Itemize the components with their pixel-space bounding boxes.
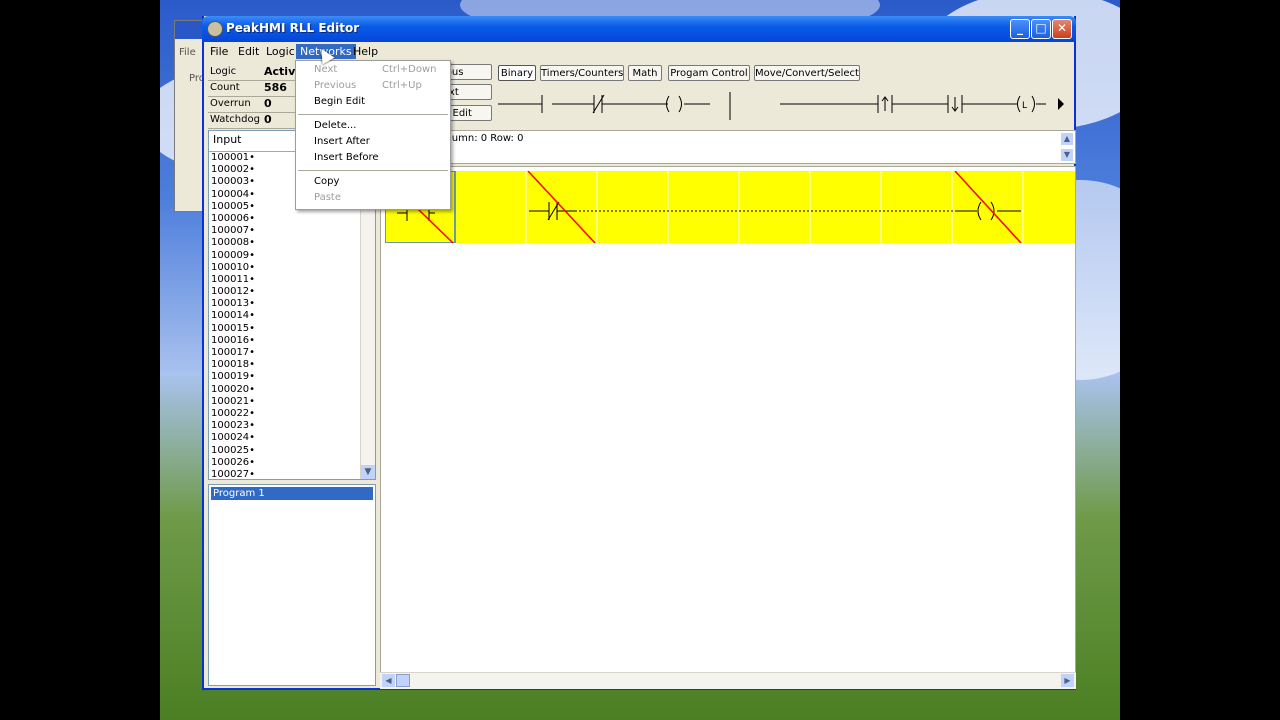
coil-symbol[interactable] — [666, 95, 711, 113]
io-list-item[interactable]: 100022• — [209, 408, 375, 420]
tab-timers-counters[interactable]: Timers/Counters — [540, 65, 624, 81]
maximize-button[interactable]: □ — [1031, 19, 1051, 39]
status-watchdog-label: Watchdog — [210, 114, 260, 125]
scroll-left-icon[interactable]: ◀ — [382, 674, 395, 687]
svg-text:L: L — [1022, 101, 1027, 111]
app-icon — [207, 21, 223, 37]
no-contact-symbol[interactable] — [498, 95, 543, 113]
status-logic-label: Logic — [210, 66, 237, 77]
io-list-item[interactable]: 100008• — [209, 237, 375, 249]
menu-item-copy[interactable]: Copy — [314, 176, 339, 187]
menu-item-next-shortcut: Ctrl+Down — [382, 64, 437, 75]
status-count: Count 586 — [208, 80, 298, 97]
io-list-item[interactable]: 100015• — [209, 323, 375, 335]
cursor-coordinates: lumn: 0 Row: 0 — [449, 133, 524, 144]
io-list-item[interactable]: 100018• — [209, 359, 375, 371]
status-overrun-value: 0 — [264, 97, 272, 110]
menu-help[interactable]: Help — [349, 44, 382, 59]
io-list-item[interactable]: 100014• — [209, 310, 375, 322]
maximize-icon: □ — [1035, 21, 1047, 35]
positive-transition-symbol[interactable] — [780, 95, 948, 113]
minimize-icon: _ — [1017, 21, 1023, 35]
io-list-item[interactable]: 100012• — [209, 286, 375, 298]
status-watchdog: Watchdog 0 — [208, 112, 298, 129]
minimize-button[interactable]: _ — [1010, 19, 1030, 39]
io-list-item[interactable]: 100006• — [209, 213, 375, 225]
main-window: PeakHMI RLL Editor _ □ ✕ File Edit Logic… — [202, 16, 1076, 690]
io-list-item[interactable]: 100010• — [209, 262, 375, 274]
menu-item-insert-after[interactable]: Insert After — [314, 136, 370, 147]
status-watchdog-value: 0 — [264, 113, 272, 126]
ladder-horizontal-scrollbar[interactable]: ◀ ▶ — [380, 672, 1076, 689]
menu-separator — [298, 114, 448, 115]
ladder-editor[interactable] — [380, 166, 1076, 686]
io-list-item[interactable]: 100017• — [209, 347, 375, 359]
scroll-down-icon[interactable]: ▼ — [1061, 149, 1073, 161]
background-window-menu: File — [179, 47, 196, 58]
network-info-bar: lumn: 0 Row: 0 ▲ ▼ — [380, 130, 1076, 164]
io-list-item[interactable]: 100019• — [209, 371, 375, 383]
menu-logic[interactable]: Logic — [262, 44, 299, 59]
program-item[interactable]: Program 1 — [211, 487, 373, 500]
status-logic: Logic Active — [208, 64, 303, 81]
io-list-item[interactable]: 100026• — [209, 457, 375, 469]
nc-contact-symbol[interactable] — [552, 94, 668, 114]
scroll-down-icon[interactable]: ▼ — [361, 465, 375, 479]
io-list-item[interactable]: 100024• — [209, 432, 375, 444]
io-list-item[interactable]: 100020• — [209, 384, 375, 396]
program-list-panel[interactable]: Program 1 — [208, 484, 376, 686]
menu-edit[interactable]: Edit — [234, 44, 263, 59]
window-title: PeakHMI RLL Editor — [226, 21, 360, 35]
io-list-item[interactable]: 100027• — [209, 469, 375, 479]
instruction-palette: L — [498, 92, 1064, 120]
status-count-value: 586 — [264, 81, 287, 94]
menu-item-previous-shortcut: Ctrl+Up — [382, 80, 422, 91]
palette-scroll-right-icon[interactable] — [1058, 98, 1064, 110]
io-list-item[interactable]: 100021• — [209, 396, 375, 408]
scroll-right-icon[interactable]: ▶ — [1061, 674, 1074, 687]
rung-graphics — [385, 171, 1024, 243]
menu-separator — [298, 170, 448, 171]
io-list-item[interactable]: 100025• — [209, 445, 375, 457]
close-button[interactable]: ✕ — [1052, 19, 1072, 39]
close-icon: ✕ — [1056, 21, 1068, 35]
status-overrun-label: Overrun — [210, 98, 251, 109]
negative-transition-symbol[interactable] — [947, 95, 1018, 113]
menu-item-delete[interactable]: Delete... — [314, 120, 356, 131]
menu-item-begin-edit[interactable]: Begin Edit — [314, 96, 365, 107]
networks-menu-dropdown: Next Ctrl+Down Previous Ctrl+Up Begin Ed… — [295, 60, 451, 210]
status-overrun: Overrun 0 — [208, 96, 298, 113]
menu-item-previous[interactable]: Previous — [314, 80, 356, 91]
menu-item-insert-before[interactable]: Insert Before — [314, 152, 379, 163]
io-list-item[interactable]: 100009• — [209, 250, 375, 262]
io-list-item[interactable]: 100013• — [209, 298, 375, 310]
delete-marks — [386, 171, 1022, 243]
io-list-item[interactable]: 100011• — [209, 274, 375, 286]
io-list-item[interactable]: 100007• — [209, 225, 375, 237]
menu-file[interactable]: File — [206, 44, 232, 59]
scroll-up-icon[interactable]: ▲ — [1061, 133, 1073, 145]
menu-item-next[interactable]: Next — [314, 64, 337, 75]
tab-program-control[interactable]: Progam Control — [668, 65, 750, 81]
status-count-label: Count — [210, 82, 240, 93]
scroll-thumb[interactable] — [396, 674, 410, 687]
tab-math[interactable]: Math — [628, 65, 662, 81]
io-list-item[interactable]: 100016• — [209, 335, 375, 347]
menu-item-paste[interactable]: Paste — [314, 192, 341, 203]
tab-binary[interactable]: Binary — [498, 65, 536, 81]
io-list-item[interactable]: 100023• — [209, 420, 375, 432]
title-bar[interactable]: PeakHMI RLL Editor _ □ ✕ — [202, 16, 1076, 42]
tab-move-convert-select[interactable]: Move/Convert/Select — [754, 65, 860, 81]
